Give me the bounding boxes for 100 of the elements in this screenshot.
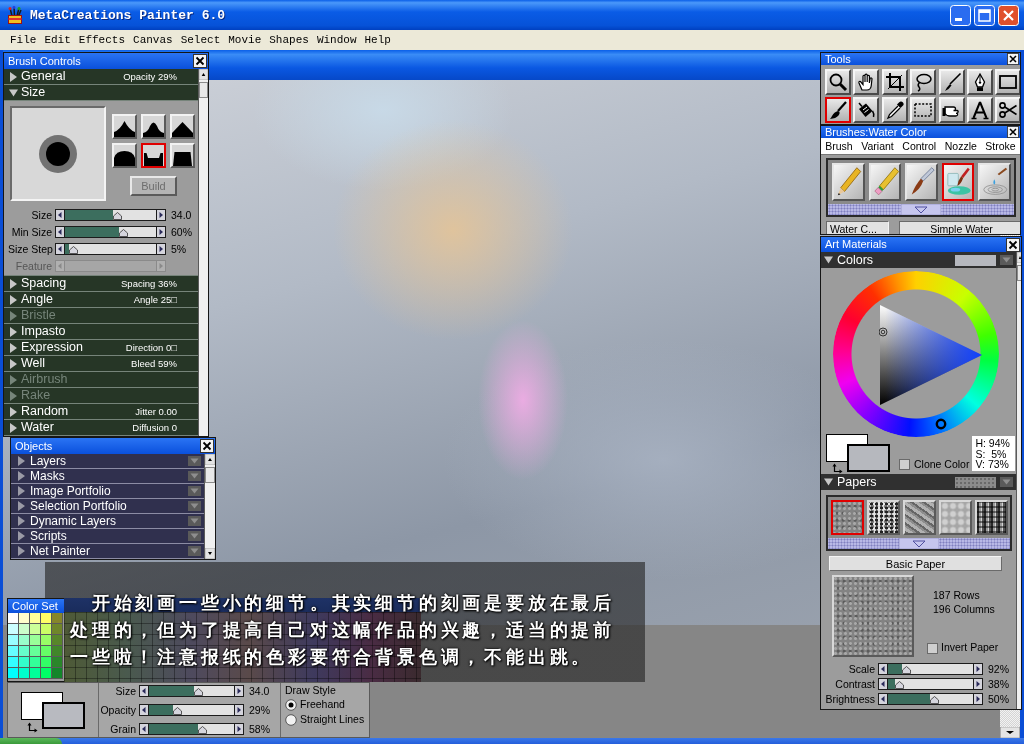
step-left-icon[interactable]	[139, 685, 149, 697]
color-swatch[interactable]	[52, 657, 63, 668]
text-tool-icon[interactable]	[966, 97, 993, 123]
color-swatch[interactable]	[41, 624, 52, 635]
section-header[interactable]: Angle Angle 25□	[4, 292, 198, 308]
dashed-rectangle-icon[interactable]	[910, 97, 937, 123]
expand-triangle-icon[interactable]	[17, 501, 26, 511]
step-left-icon[interactable]	[55, 226, 65, 238]
color-swatch[interactable]	[8, 657, 19, 668]
step-left-icon[interactable]	[55, 209, 65, 221]
palette-menu-item[interactable]: Brush	[825, 140, 853, 152]
step-left-icon[interactable]	[878, 693, 888, 705]
swap-arrows-icon[interactable]	[832, 463, 843, 474]
swap-arrows-icon[interactable]	[27, 722, 38, 733]
object-section-header[interactable]: Masks	[11, 469, 204, 484]
step-right-icon[interactable]	[156, 226, 166, 238]
hand-icon[interactable]	[853, 69, 880, 95]
color-swatch[interactable]	[8, 646, 19, 657]
color-swatch[interactable]	[19, 613, 30, 624]
checkbox[interactable]	[899, 459, 910, 471]
expand-triangle-icon[interactable]	[17, 456, 26, 466]
pencil-icon[interactable]	[832, 163, 865, 201]
step-right-icon[interactable]	[234, 704, 244, 716]
slider-thumb[interactable]	[68, 246, 78, 254]
brush-icon[interactable]	[905, 163, 938, 201]
water-cup-brush-icon[interactable]	[941, 163, 975, 201]
slider-thumb[interactable]	[118, 229, 128, 237]
color-swatch[interactable]	[52, 646, 63, 657]
menu-item[interactable]: File	[10, 34, 37, 46]
menu-item[interactable]: Select	[180, 34, 221, 46]
flat-profile-icon[interactable]	[170, 143, 195, 168]
step-right-icon[interactable]	[156, 209, 166, 221]
close-icon[interactable]	[1007, 53, 1019, 65]
scroll-down-icon[interactable]	[1000, 727, 1020, 738]
brush-variant-field[interactable]: Simple Water	[899, 221, 1020, 234]
section-header[interactable]: Impasto	[4, 324, 198, 340]
color-swatch[interactable]	[30, 668, 41, 679]
dull-profile-icon[interactable]	[112, 143, 137, 168]
palette-menu-item[interactable]: Nozzle	[944, 140, 977, 152]
color-swatch[interactable]	[52, 613, 63, 624]
object-section-header[interactable]: Dynamic Layers	[11, 514, 204, 529]
step-right-icon[interactable]	[973, 678, 983, 690]
scrollbar[interactable]	[198, 69, 208, 436]
color-swatch[interactable]	[8, 624, 19, 635]
section-header[interactable]: General Opacity 29%	[4, 69, 198, 85]
color-swatch[interactable]	[52, 668, 63, 679]
section-header[interactable]: Spacing Spacing 36%	[4, 276, 198, 292]
slider-thumb[interactable]	[929, 696, 939, 704]
drawer-toggle-icon[interactable]	[901, 204, 941, 215]
paint-bucket-icon[interactable]	[853, 97, 880, 123]
expand-triangle-icon[interactable]	[9, 422, 18, 433]
slider-thumb[interactable]	[198, 726, 208, 734]
scroll-thumb[interactable]	[205, 467, 215, 483]
object-section-header[interactable]: Net Painter	[11, 544, 204, 559]
scroll-up-icon[interactable]	[199, 69, 208, 80]
color-swatch[interactable]	[41, 668, 52, 679]
section-header[interactable]: Well Bleed 59%	[4, 356, 198, 372]
object-section-header[interactable]: Selection Portfolio	[11, 499, 204, 514]
scroll-up-icon[interactable]	[205, 454, 215, 465]
section-header[interactable]: Size	[4, 85, 198, 101]
section-header[interactable]: Water Diffusion 0	[4, 420, 198, 436]
object-section-header[interactable]: Scripts	[11, 529, 204, 544]
step-left-icon[interactable]	[878, 663, 888, 675]
menu-item[interactable]: Window	[316, 34, 357, 46]
step-right-icon[interactable]	[973, 663, 983, 675]
object-section-header[interactable]: Layers	[11, 454, 204, 469]
expand-triangle-icon[interactable]	[9, 342, 18, 353]
secondary-color-swatch[interactable]	[42, 702, 85, 729]
close-icon[interactable]	[200, 439, 214, 453]
scrollbar[interactable]	[204, 454, 215, 559]
step-left-icon[interactable]	[55, 243, 65, 255]
palette-menu-item[interactable]: Control	[902, 140, 937, 152]
brush-category-field[interactable]: Water C...	[826, 221, 889, 234]
step-right-icon[interactable]	[156, 243, 166, 255]
menu-item[interactable]: Canvas	[133, 34, 173, 46]
slider-thumb[interactable]	[113, 212, 123, 220]
expand-triangle-icon[interactable]	[9, 326, 18, 337]
slider-thumb[interactable]	[894, 681, 904, 689]
color-swatch[interactable]	[52, 635, 63, 646]
pointing-hand-icon[interactable]	[938, 97, 965, 123]
eraser-pencil-icon[interactable]	[868, 163, 902, 201]
color-swatch[interactable]	[8, 668, 19, 679]
color-swatch[interactable]	[52, 624, 63, 635]
color-swatch[interactable]	[41, 635, 52, 646]
color-swatch[interactable]	[30, 657, 41, 668]
drawer-toggle-icon[interactable]	[899, 538, 939, 549]
color-swatch[interactable]	[30, 646, 41, 657]
color-swatch[interactable]	[19, 668, 30, 679]
color-swatch[interactable]	[30, 613, 41, 624]
maximize-icon[interactable]	[974, 4, 995, 26]
radio-button[interactable]	[285, 714, 297, 727]
step-right-icon[interactable]	[234, 685, 244, 697]
menu-item[interactable]: Help	[364, 34, 391, 46]
start-button[interactable]	[0, 738, 62, 744]
crop-icon[interactable]	[881, 69, 908, 95]
dropper-icon[interactable]	[881, 97, 908, 123]
section-header[interactable]: Papers	[821, 474, 1016, 490]
step-right-icon[interactable]	[973, 693, 983, 705]
search-icon[interactable]	[825, 69, 851, 95]
color-swatch[interactable]	[19, 646, 30, 657]
